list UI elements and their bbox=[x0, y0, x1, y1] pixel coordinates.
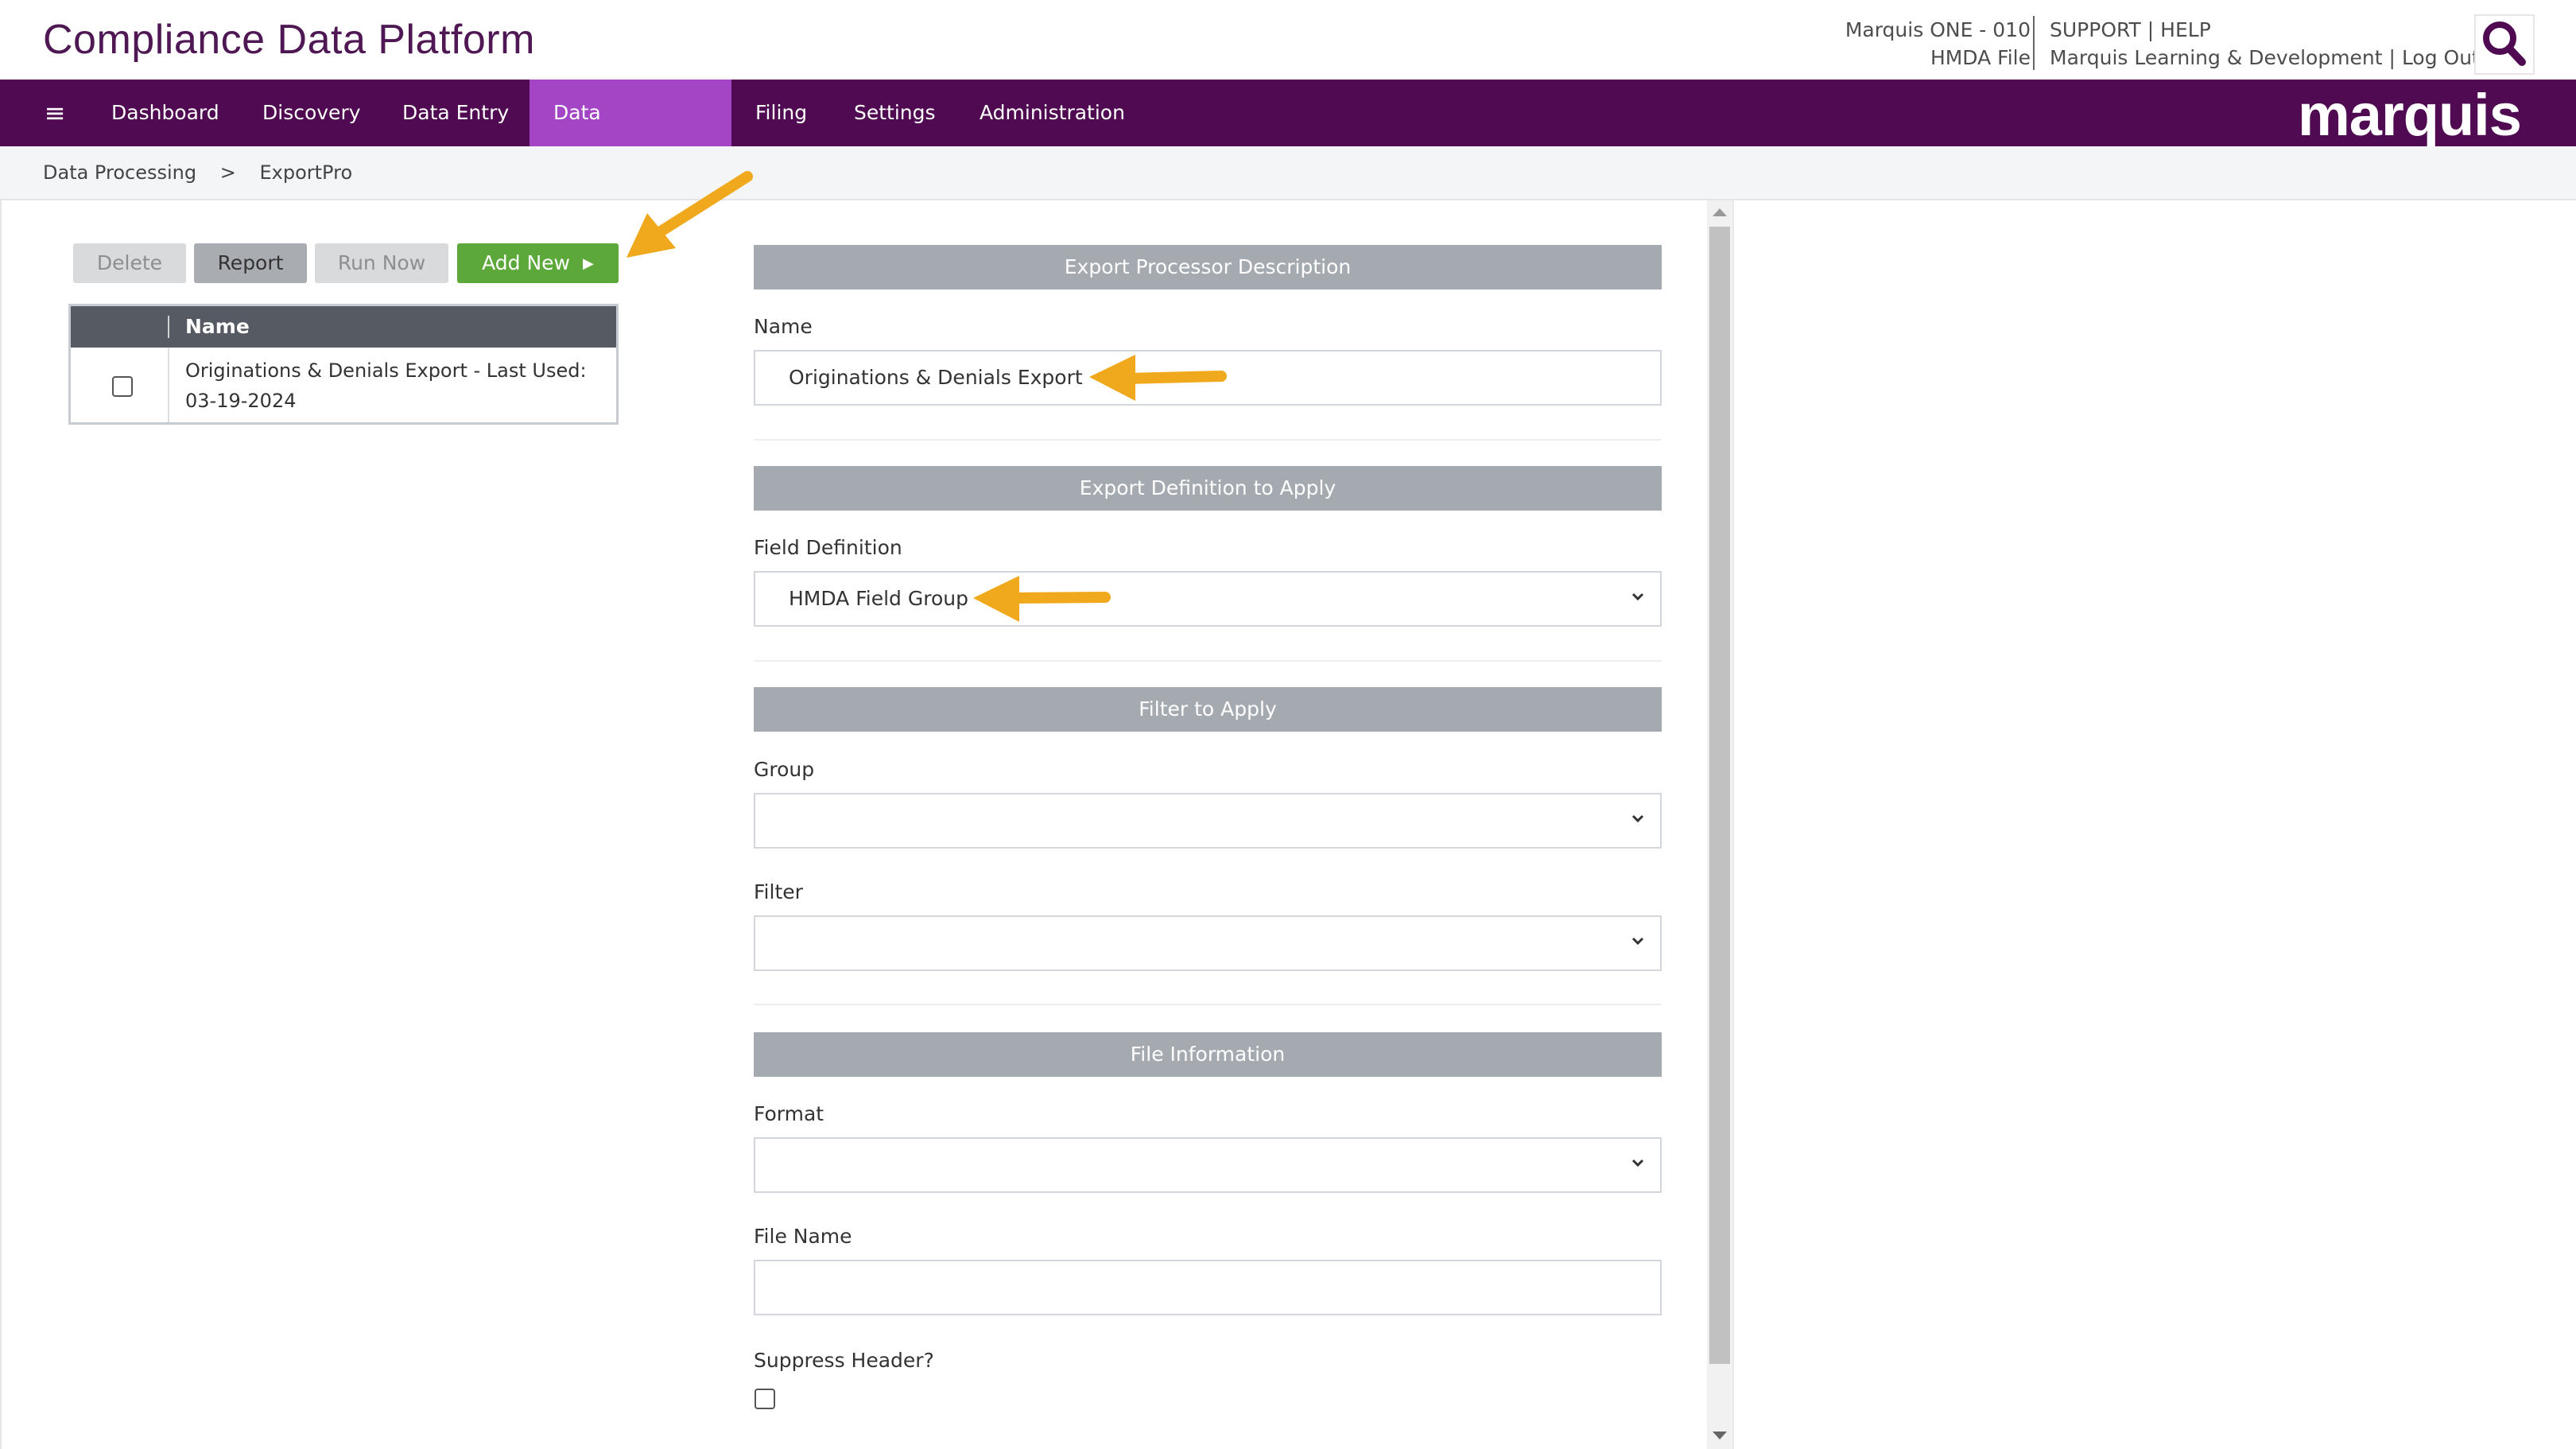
chevron-down-icon bbox=[1631, 814, 1644, 823]
nav-settings[interactable]: Settings bbox=[830, 80, 960, 146]
export-processor-list: Name Originations & Denials Export - Las… bbox=[68, 304, 619, 425]
breadcrumb-data-processing[interactable]: Data Processing bbox=[43, 161, 196, 184]
app-title: Compliance Data Platform bbox=[43, 17, 535, 63]
group-select[interactable] bbox=[754, 793, 1662, 849]
header-links: SUPPORT | HELP Marquis Learning & Develo… bbox=[2050, 16, 2480, 72]
context-file[interactable]: HMDA File bbox=[1845, 44, 2031, 72]
field-definition-label: Field Definition bbox=[754, 536, 902, 559]
column-divider bbox=[168, 316, 169, 338]
field-definition-select[interactable]: HMDA Field Group bbox=[754, 571, 1662, 627]
breadcrumb: Data Processing > ExportPro bbox=[0, 146, 2576, 200]
run-now-button[interactable]: Run Now bbox=[315, 243, 448, 283]
row-checkbox[interactable] bbox=[112, 376, 133, 397]
filter-select[interactable] bbox=[754, 915, 1662, 971]
nav-discovery[interactable]: Discovery bbox=[239, 80, 385, 146]
section-file-information: File Information bbox=[754, 1032, 1662, 1077]
marquis-logo[interactable]: marquis bbox=[2298, 81, 2522, 149]
section-divider bbox=[754, 660, 1662, 662]
annotation-arrow-icon bbox=[627, 171, 753, 258]
nav-administration[interactable]: Administration bbox=[956, 80, 1149, 146]
nav-data-processing[interactable]: Data Processing bbox=[530, 80, 731, 191]
main-nav: ≡ Dashboard Discovery Data Entry Data Pr… bbox=[0, 80, 2576, 191]
row-name[interactable]: Originations & Denials Export - Last Use… bbox=[185, 355, 607, 416]
column-header-name[interactable]: Name bbox=[185, 306, 250, 348]
chevron-down-icon bbox=[1631, 592, 1644, 601]
file-name-label: File Name bbox=[754, 1225, 852, 1248]
chevron-down-icon bbox=[1631, 937, 1644, 946]
list-row[interactable]: Originations & Denials Export - Last Use… bbox=[71, 348, 616, 422]
search-icon bbox=[2483, 21, 2526, 66]
file-name-field[interactable] bbox=[754, 1260, 1662, 1315]
name-field-value: Originations & Denials Export bbox=[789, 366, 1083, 389]
section-divider bbox=[754, 1004, 1662, 1005]
add-new-button[interactable]: Add New ▶ bbox=[457, 243, 619, 283]
group-label: Group bbox=[754, 758, 815, 781]
panel-border bbox=[1732, 200, 1734, 1449]
help-link[interactable]: HELP bbox=[2160, 18, 2211, 41]
support-link[interactable]: SUPPORT bbox=[2050, 18, 2141, 41]
nav-data-entry[interactable]: Data Entry bbox=[378, 80, 533, 146]
section-export-definition: Export Definition to Apply bbox=[754, 466, 1662, 511]
top-header: Compliance Data Platform Marquis ONE - 0… bbox=[0, 0, 2576, 80]
organization-name: Marquis Learning & Development bbox=[2050, 46, 2383, 69]
field-definition-value: HMDA Field Group bbox=[789, 587, 968, 610]
annotation-arrow-icon bbox=[973, 576, 1111, 622]
filter-label: Filter bbox=[754, 880, 803, 903]
scroll-down-arrow-icon[interactable] bbox=[1713, 1432, 1727, 1439]
scroll-up-arrow-icon[interactable] bbox=[1713, 208, 1727, 216]
column-divider bbox=[168, 348, 169, 422]
report-button[interactable]: Report bbox=[194, 243, 307, 283]
add-new-label: Add New bbox=[482, 251, 571, 274]
search-button[interactable] bbox=[2474, 14, 2535, 75]
name-label: Name bbox=[754, 315, 813, 338]
nav-dashboard[interactable]: Dashboard bbox=[87, 80, 243, 146]
delete-button[interactable]: Delete bbox=[73, 243, 186, 283]
header-divider bbox=[2033, 16, 2035, 70]
section-export-processor-description: Export Processor Description bbox=[754, 245, 1662, 289]
format-label: Format bbox=[754, 1102, 824, 1125]
link-separator: | bbox=[2388, 46, 2396, 69]
suppress-header-checkbox[interactable] bbox=[755, 1389, 775, 1409]
breadcrumb-exportpro: ExportPro bbox=[259, 161, 353, 184]
logout-link[interactable]: Log Out bbox=[2402, 46, 2480, 69]
section-divider bbox=[754, 439, 1662, 441]
scrollbar-thumb[interactable] bbox=[1709, 227, 1730, 1364]
hamburger-menu-icon[interactable]: ≡ bbox=[41, 80, 68, 146]
chevron-down-icon bbox=[1631, 1159, 1644, 1167]
suppress-header-label: Suppress Header? bbox=[754, 1349, 934, 1372]
context-institution: Marquis ONE - 010 bbox=[1845, 18, 2031, 41]
content-border bbox=[0, 200, 2, 1449]
format-select[interactable] bbox=[754, 1137, 1662, 1193]
annotation-arrow-icon bbox=[1089, 355, 1227, 401]
link-separator: | bbox=[2147, 18, 2155, 41]
breadcrumb-separator: > bbox=[219, 161, 236, 184]
list-header: Name bbox=[71, 306, 616, 348]
section-filter-to-apply: Filter to Apply bbox=[754, 687, 1662, 732]
caret-right-icon: ▶ bbox=[583, 255, 594, 272]
context-info: Marquis ONE - 010 HMDA File bbox=[1845, 16, 2031, 72]
nav-filing[interactable]: Filing bbox=[731, 80, 831, 146]
